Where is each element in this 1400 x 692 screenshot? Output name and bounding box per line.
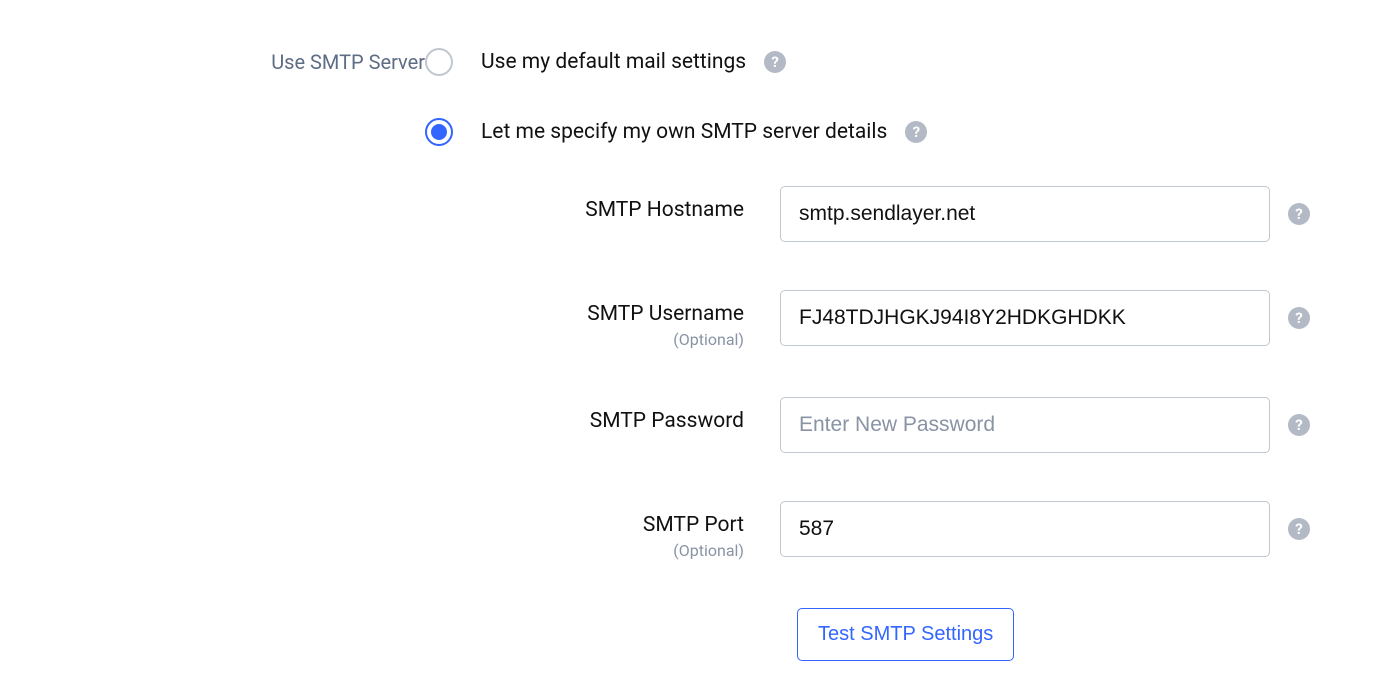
- radio-circle-selected: [425, 118, 453, 146]
- radio-custom-smtp[interactable]: Let me specify my own SMTP server detail…: [425, 118, 1310, 146]
- password-input[interactable]: [780, 397, 1270, 453]
- help-icon[interactable]: ?: [1288, 203, 1310, 225]
- help-icon[interactable]: ?: [905, 121, 927, 143]
- password-label: SMTP Password: [590, 409, 744, 433]
- help-icon[interactable]: ?: [1288, 307, 1310, 329]
- test-smtp-button[interactable]: Test SMTP Settings: [797, 608, 1014, 661]
- help-icon[interactable]: ?: [1288, 414, 1310, 436]
- radio-custom-label: Let me specify my own SMTP server detail…: [481, 120, 887, 144]
- username-label: SMTP Username: [587, 302, 744, 326]
- hostname-label: SMTP Hostname: [585, 198, 744, 222]
- help-icon[interactable]: ?: [1288, 518, 1310, 540]
- port-input[interactable]: [780, 501, 1270, 557]
- radio-default-mail[interactable]: Use my default mail settings ?: [425, 48, 1310, 76]
- hostname-input[interactable]: [780, 186, 1270, 242]
- section-label: Use SMTP Server: [271, 50, 425, 74]
- help-icon[interactable]: ?: [764, 51, 786, 73]
- port-label: SMTP Port: [643, 513, 744, 537]
- optional-label: (Optional): [673, 330, 744, 349]
- username-input[interactable]: [780, 290, 1270, 346]
- optional-label: (Optional): [673, 541, 744, 560]
- radio-default-label: Use my default mail settings: [481, 50, 746, 74]
- radio-circle-unselected: [425, 48, 453, 76]
- radio-inner-dot: [431, 124, 447, 140]
